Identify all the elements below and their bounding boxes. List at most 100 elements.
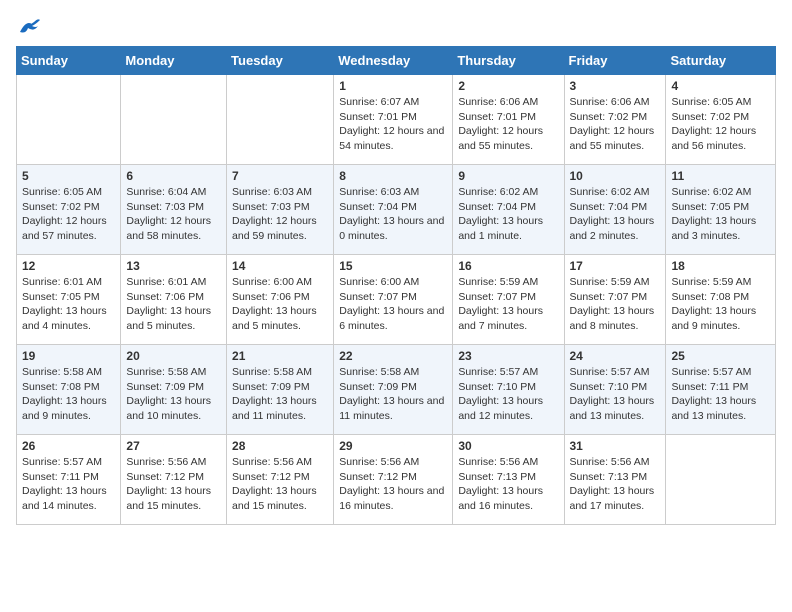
day-number: 22 [339,349,447,363]
calendar-cell: 8Sunrise: 6:03 AMSunset: 7:04 PMDaylight… [334,165,453,255]
calendar-cell: 6Sunrise: 6:04 AMSunset: 7:03 PMDaylight… [121,165,227,255]
calendar-week-row: 26Sunrise: 5:57 AMSunset: 7:11 PMDayligh… [17,435,776,525]
day-info: Sunrise: 6:00 AMSunset: 7:06 PMDaylight:… [232,275,328,334]
calendar-table: SundayMondayTuesdayWednesdayThursdayFrid… [16,46,776,525]
calendar-cell [17,75,121,165]
col-header-wednesday: Wednesday [334,47,453,75]
calendar-cell: 11 Sunrise: 6:02 AMSunset: 7:05 PMDayligh… [666,165,776,255]
calendar-week-row: 12 Sunrise: 6:01 AMSunset: 7:05 PMDayligh… [17,255,776,345]
calendar-cell: 31 Sunrise: 5:56 AMSunset: 7:13 PMDayligh… [564,435,666,525]
day-number: 29 [339,439,447,453]
calendar-cell: 15Sunrise: 6:00 AMSunset: 7:07 PMDayligh… [334,255,453,345]
calendar-week-row: 5 Sunrise: 6:05 AMSunset: 7:02 PMDaylight… [17,165,776,255]
calendar-cell: 3 Sunrise: 6:06 AMSunset: 7:02 PMDaylight… [564,75,666,165]
day-number: 30 [458,439,558,453]
col-header-friday: Friday [564,47,666,75]
calendar-cell: 4 Sunrise: 6:05 AMSunset: 7:02 PMDaylight… [666,75,776,165]
day-number: 24 [570,349,661,363]
day-number: 2 [458,79,558,93]
calendar-cell: 18Sunrise: 5:59 AMSunset: 7:08 PMDayligh… [666,255,776,345]
calendar-cell: 30 Sunrise: 5:56 AMSunset: 7:13 PMDayligh… [453,435,564,525]
day-info: Sunrise: 5:57 AMSunset: 7:10 PMDaylight:… [570,365,661,424]
calendar-header-row: SundayMondayTuesdayWednesdayThursdayFrid… [17,47,776,75]
logo-bird-icon [18,18,40,36]
day-info: Sunrise: 5:58 AMSunset: 7:09 PMDaylight:… [232,365,328,424]
calendar-cell: 7 Sunrise: 6:03 AMSunset: 7:03 PMDaylight… [227,165,334,255]
day-info: Sunrise: 6:01 AMSunset: 7:05 PMDaylight:… [22,275,115,334]
day-number: 31 [570,439,661,453]
day-number: 3 [570,79,661,93]
calendar-cell: 21 Sunrise: 5:58 AMSunset: 7:09 PMDayligh… [227,345,334,435]
page-header [16,16,776,36]
day-info: Sunrise: 5:58 AMSunset: 7:08 PMDaylight:… [22,365,115,424]
col-header-tuesday: Tuesday [227,47,334,75]
day-info: Sunrise: 6:01 AMSunset: 7:06 PMDaylight:… [126,275,221,334]
day-info: Sunrise: 6:06 AMSunset: 7:02 PMDaylight:… [570,95,661,154]
day-info: Sunrise: 5:59 AMSunset: 7:08 PMDaylight:… [671,275,770,334]
day-info: Sunrise: 6:03 AMSunset: 7:03 PMDaylight:… [232,185,328,244]
calendar-cell [666,435,776,525]
day-info: Sunrise: 5:56 AMSunset: 7:13 PMDaylight:… [458,455,558,514]
day-info: Sunrise: 6:02 AMSunset: 7:05 PMDaylight:… [671,185,770,244]
day-number: 17 [570,259,661,273]
calendar-cell: 27 Sunrise: 5:56 AMSunset: 7:12 PMDayligh… [121,435,227,525]
day-number: 5 [22,169,115,183]
calendar-cell: 2 Sunrise: 6:06 AMSunset: 7:01 PMDaylight… [453,75,564,165]
day-info: Sunrise: 5:56 AMSunset: 7:13 PMDaylight:… [570,455,661,514]
calendar-cell: 25Sunrise: 5:57 AMSunset: 7:11 PMDayligh… [666,345,776,435]
day-number: 19 [22,349,115,363]
calendar-week-row: 19 Sunrise: 5:58 AMSunset: 7:08 PMDayligh… [17,345,776,435]
day-number: 11 [671,169,770,183]
day-number: 21 [232,349,328,363]
day-info: Sunrise: 5:59 AMSunset: 7:07 PMDaylight:… [570,275,661,334]
day-number: 9 [458,169,558,183]
day-info: Sunrise: 5:57 AMSunset: 7:11 PMDaylight:… [22,455,115,514]
day-number: 27 [126,439,221,453]
calendar-cell: 9 Sunrise: 6:02 AMSunset: 7:04 PMDaylight… [453,165,564,255]
day-number: 8 [339,169,447,183]
day-info: Sunrise: 6:05 AMSunset: 7:02 PMDaylight:… [671,95,770,154]
calendar-cell: 16 Sunrise: 5:59 AMSunset: 7:07 PMDayligh… [453,255,564,345]
day-number: 4 [671,79,770,93]
calendar-cell: 14 Sunrise: 6:00 AMSunset: 7:06 PMDayligh… [227,255,334,345]
day-info: Sunrise: 6:07 AMSunset: 7:01 PMDaylight:… [339,95,447,154]
day-info: Sunrise: 5:58 AMSunset: 7:09 PMDaylight:… [339,365,447,424]
day-number: 10 [570,169,661,183]
calendar-cell: 12 Sunrise: 6:01 AMSunset: 7:05 PMDayligh… [17,255,121,345]
day-info: Sunrise: 6:02 AMSunset: 7:04 PMDaylight:… [570,185,661,244]
day-info: Sunrise: 5:58 AMSunset: 7:09 PMDaylight:… [126,365,221,424]
calendar-week-row: 1Sunrise: 6:07 AMSunset: 7:01 PMDaylight… [17,75,776,165]
day-info: Sunrise: 6:05 AMSunset: 7:02 PMDaylight:… [22,185,115,244]
calendar-cell [227,75,334,165]
calendar-cell: 10 Sunrise: 6:02 AMSunset: 7:04 PMDayligh… [564,165,666,255]
calendar-cell: 17 Sunrise: 5:59 AMSunset: 7:07 PMDayligh… [564,255,666,345]
day-info: Sunrise: 5:57 AMSunset: 7:10 PMDaylight:… [458,365,558,424]
calendar-cell: 24 Sunrise: 5:57 AMSunset: 7:10 PMDayligh… [564,345,666,435]
day-number: 13 [126,259,221,273]
day-number: 7 [232,169,328,183]
col-header-monday: Monday [121,47,227,75]
calendar-cell: 1Sunrise: 6:07 AMSunset: 7:01 PMDaylight… [334,75,453,165]
day-number: 16 [458,259,558,273]
day-number: 15 [339,259,447,273]
col-header-thursday: Thursday [453,47,564,75]
calendar-cell: 26Sunrise: 5:57 AMSunset: 7:11 PMDayligh… [17,435,121,525]
day-number: 28 [232,439,328,453]
day-info: Sunrise: 5:56 AMSunset: 7:12 PMDaylight:… [232,455,328,514]
calendar-cell: 23 Sunrise: 5:57 AMSunset: 7:10 PMDayligh… [453,345,564,435]
day-number: 14 [232,259,328,273]
day-number: 23 [458,349,558,363]
calendar-cell: 13 Sunrise: 6:01 AMSunset: 7:06 PMDayligh… [121,255,227,345]
calendar-cell [121,75,227,165]
calendar-cell: 28 Sunrise: 5:56 AMSunset: 7:12 PMDayligh… [227,435,334,525]
day-info: Sunrise: 6:02 AMSunset: 7:04 PMDaylight:… [458,185,558,244]
day-info: Sunrise: 6:04 AMSunset: 7:03 PMDaylight:… [126,185,221,244]
day-info: Sunrise: 5:56 AMSunset: 7:12 PMDaylight:… [339,455,447,514]
day-number: 12 [22,259,115,273]
day-info: Sunrise: 6:06 AMSunset: 7:01 PMDaylight:… [458,95,558,154]
day-info: Sunrise: 5:56 AMSunset: 7:12 PMDaylight:… [126,455,221,514]
day-number: 20 [126,349,221,363]
day-number: 25 [671,349,770,363]
day-info: Sunrise: 5:59 AMSunset: 7:07 PMDaylight:… [458,275,558,334]
calendar-cell: 20 Sunrise: 5:58 AMSunset: 7:09 PMDayligh… [121,345,227,435]
